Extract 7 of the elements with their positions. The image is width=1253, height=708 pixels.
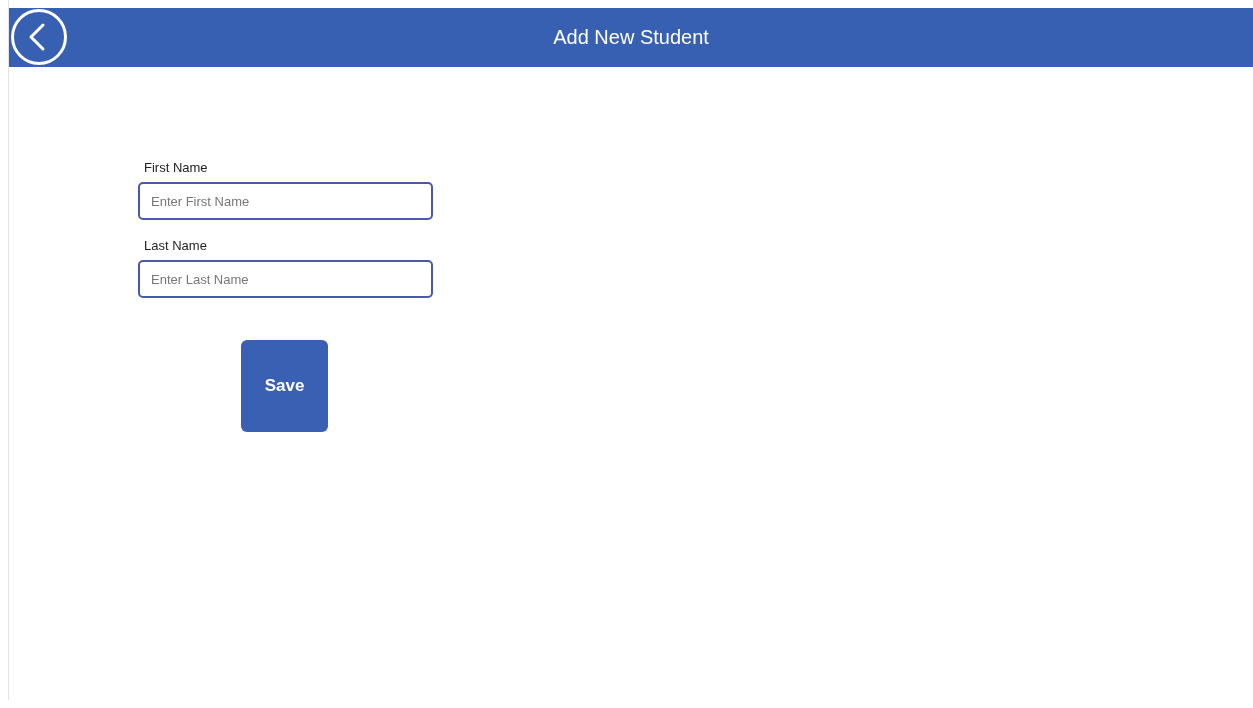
field-label: First Name (144, 160, 209, 175)
back-icon[interactable] (10, 8, 68, 66)
input-field[interactable]: Enter Last Name (138, 260, 433, 298)
field-label: Last Name (144, 238, 208, 253)
save-button[interactable]: Save (241, 340, 328, 432)
screen-title: Add New Student (553, 26, 709, 49)
input-field[interactable]: Enter First Name (138, 182, 433, 220)
